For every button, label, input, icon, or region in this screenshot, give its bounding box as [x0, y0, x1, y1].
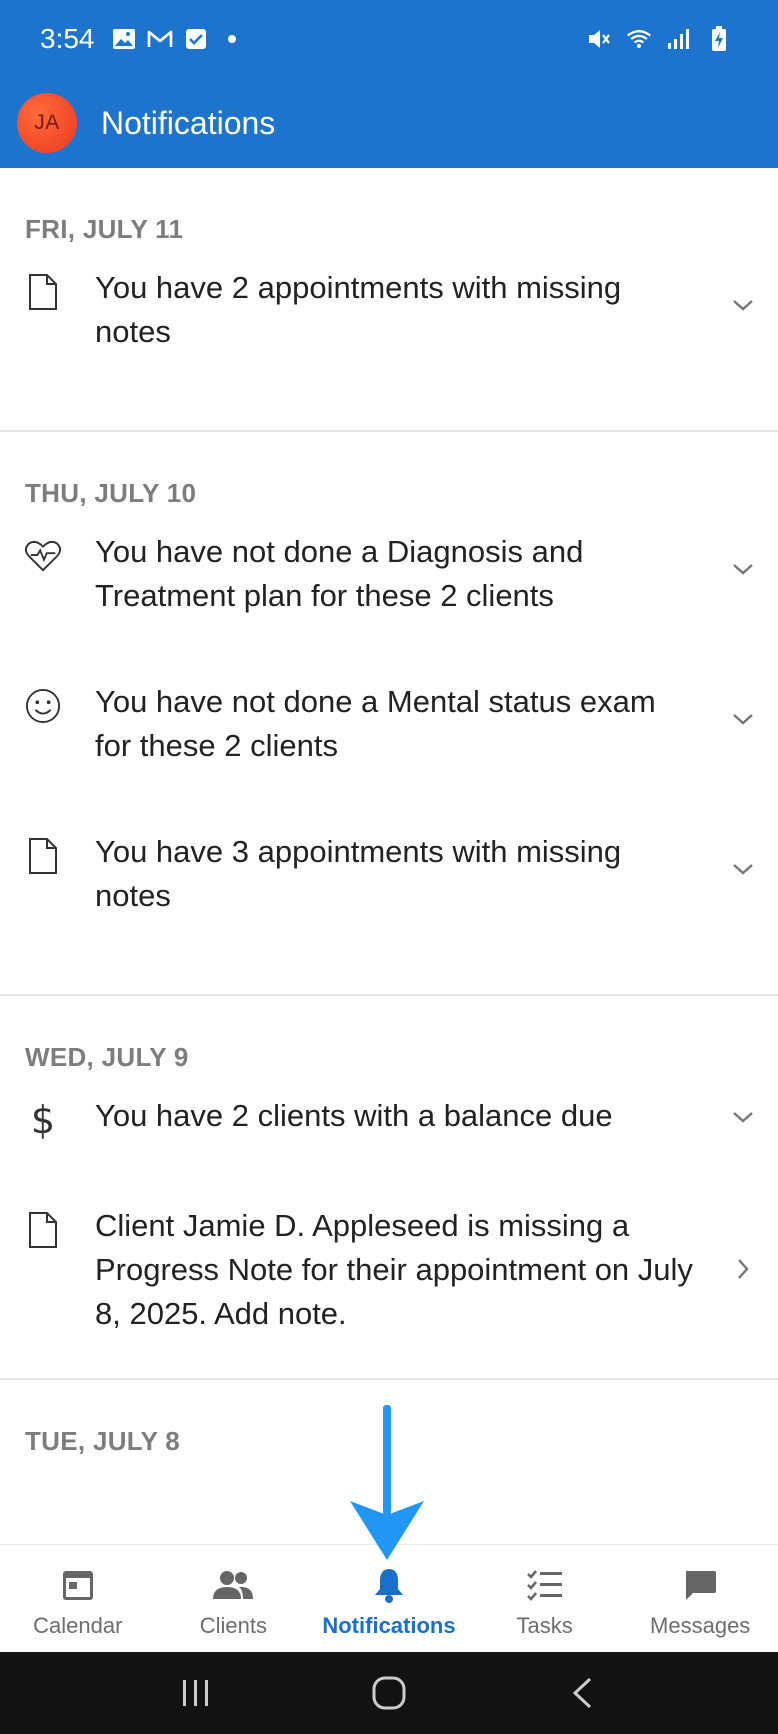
document-icon [25, 1210, 61, 1250]
notification-item[interactable]: Client Jamie D. Appleseed is missing a P… [0, 1204, 778, 1364]
chevron-right-icon[interactable] [728, 1254, 758, 1284]
heart-pulse-icon [25, 536, 61, 576]
chevron-down-icon[interactable] [728, 1102, 758, 1132]
date-section: THU, JULY 10 You have not done a Diagnos… [0, 432, 778, 996]
notification-item[interactable]: You have 3 appointments with missing not… [0, 830, 778, 980]
status-time: 3:54 [40, 23, 95, 54]
avatar[interactable]: JA [17, 93, 77, 153]
image-icon [111, 26, 137, 52]
section-date: TUE, JULY 8 [25, 1426, 181, 1456]
date-section: FRI, JULY 11 You have 2 appointments wit… [0, 168, 778, 432]
nav-label: Tasks [516, 1613, 573, 1638]
notification-text: You have 3 appointments with missing not… [95, 834, 622, 913]
document-icon [25, 836, 61, 876]
recent-apps-icon[interactable] [166, 1668, 226, 1718]
nav-messages[interactable]: Messages [622, 1545, 778, 1652]
nav-clients[interactable]: Clients [156, 1545, 312, 1652]
mute-icon [586, 26, 612, 52]
checkbox-icon [183, 26, 209, 52]
notification-text: You have 2 clients with a balance due [95, 1098, 613, 1133]
chevron-down-icon[interactable] [728, 554, 758, 584]
nav-label: Messages [650, 1613, 751, 1638]
nav-label: Clients [199, 1613, 268, 1638]
date-section: WED, JULY 9 $ You have 2 clients with a … [0, 996, 778, 1380]
gmail-icon [147, 26, 173, 52]
people-icon [213, 1565, 254, 1605]
notification-text: You have not done a Mental status exam f… [95, 684, 656, 763]
notification-item[interactable]: You have not done a Mental status exam f… [0, 680, 778, 830]
nav-tasks[interactable]: Tasks [467, 1545, 623, 1652]
dollar-icon: $ [30, 1098, 56, 1142]
app-bar: JA Notifications [0, 78, 778, 168]
section-date: WED, JULY 9 [25, 1042, 189, 1072]
status-bar: 3:54 [0, 0, 778, 78]
notification-text: You have 2 appointments with missing not… [95, 270, 622, 349]
dot-icon [219, 26, 245, 52]
nav-calendar[interactable]: Calendar [0, 1545, 156, 1652]
date-section: TUE, JULY 8 [0, 1380, 778, 1492]
document-icon [25, 272, 61, 312]
battery-charging-icon [706, 26, 732, 52]
system-navigation-bar [0, 1652, 778, 1734]
section-date: FRI, JULY 11 [25, 214, 184, 244]
nav-label: Notifications [322, 1613, 456, 1638]
home-icon[interactable] [359, 1668, 419, 1718]
bell-icon [369, 1565, 409, 1605]
calendar-icon [58, 1565, 98, 1605]
back-icon[interactable] [552, 1668, 612, 1718]
page-title: Notifications [101, 104, 276, 141]
nav-notifications[interactable]: Notifications [311, 1545, 467, 1652]
nav-label: Calendar [33, 1613, 123, 1638]
chevron-down-icon[interactable] [728, 854, 758, 884]
wifi-icon [626, 26, 652, 52]
checklist-icon [525, 1565, 565, 1605]
notification-item[interactable]: $ You have 2 clients with a balance due [0, 1094, 778, 1204]
chat-icon [680, 1565, 720, 1605]
notification-text: Client Jamie D. Appleseed is missing a P… [95, 1208, 693, 1331]
chevron-down-icon[interactable] [728, 290, 758, 320]
notification-item[interactable]: You have 2 appointments with missing not… [0, 266, 778, 416]
notification-text: You have not done a Diagnosis and Treatm… [95, 534, 584, 613]
notification-item[interactable]: You have not done a Diagnosis and Treatm… [0, 530, 778, 680]
signal-icon [666, 26, 692, 52]
notifications-list[interactable]: FRI, JULY 11 You have 2 appointments wit… [0, 168, 778, 1544]
bottom-navigation: Calendar Clients Notifications Tasks Mes… [0, 1544, 778, 1652]
section-date: THU, JULY 10 [25, 478, 197, 508]
smiley-icon [25, 686, 61, 726]
chevron-down-icon[interactable] [728, 704, 758, 734]
